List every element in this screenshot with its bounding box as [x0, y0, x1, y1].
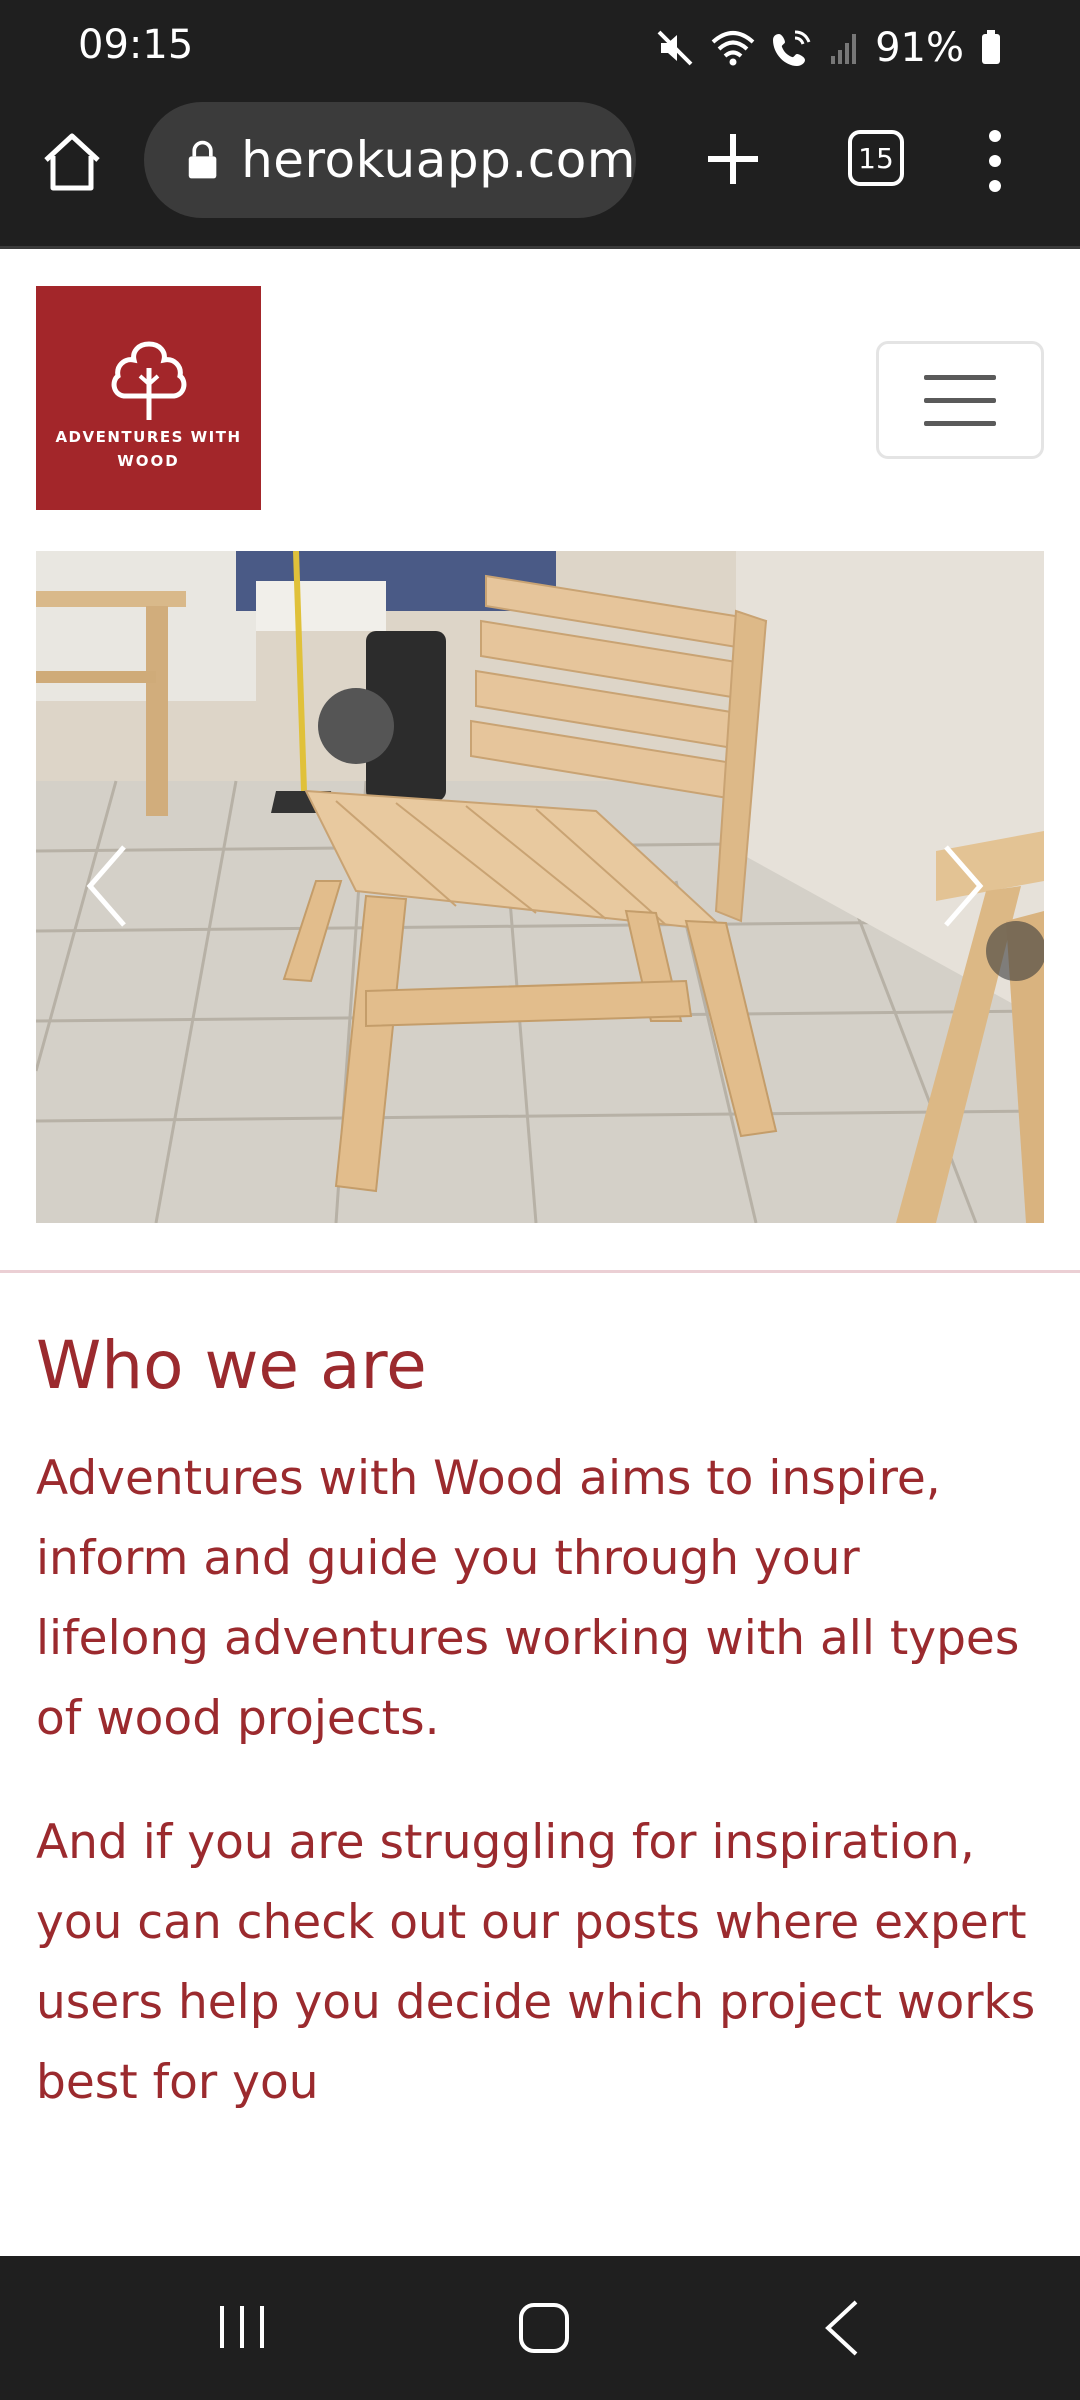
logo-text-line2: WOOD	[117, 452, 180, 470]
battery-icon	[982, 30, 1000, 64]
url-text: herokuapp.com	[241, 131, 636, 189]
status-icons: 91%	[655, 22, 1002, 74]
signal-icon	[831, 34, 857, 64]
section-title: Who we are	[36, 1327, 427, 1404]
tab-count: 15	[858, 141, 894, 175]
mute-icon	[657, 30, 693, 66]
web-page: ADVENTURES WITH WOOD Who we are Adventur…	[0, 246, 1080, 2256]
address-bar[interactable]: herokuapp.com	[144, 102, 636, 218]
logo-text-line1: ADVENTURES WITH	[55, 428, 242, 446]
home-icon[interactable]	[40, 130, 104, 194]
bench-photo	[36, 551, 1044, 1223]
wifi-call-icon	[773, 30, 811, 66]
system-nav-bar	[0, 2256, 1080, 2400]
tree-icon	[111, 341, 187, 420]
hamburger-bar	[924, 397, 996, 403]
browser-toolbar: herokuapp.com 15	[0, 96, 1080, 246]
image-carousel[interactable]	[36, 551, 1044, 1223]
tab-switcher-button[interactable]: 15	[848, 130, 904, 186]
chevron-right-icon[interactable]	[938, 841, 988, 931]
home-nav-icon[interactable]	[516, 2300, 572, 2356]
battery-level: 91%	[875, 25, 964, 71]
status-bar: 09:15 91%	[0, 0, 1080, 96]
chevron-left-icon[interactable]	[82, 841, 132, 931]
status-time: 09:15	[78, 22, 194, 68]
recent-apps-icon[interactable]	[214, 2302, 270, 2352]
back-icon[interactable]	[820, 2298, 864, 2358]
about-paragraph-1: Adventures with Wood aims to inspire, in…	[36, 1451, 1020, 1746]
nav-toggle-button[interactable]	[876, 341, 1044, 459]
wifi-icon	[711, 31, 755, 66]
about-paragraph-2: And if you are struggling for inspiratio…	[36, 1815, 1036, 2110]
plus-icon[interactable]	[702, 128, 764, 190]
hamburger-bar	[924, 374, 996, 380]
section-divider	[0, 1270, 1080, 1273]
lock-icon	[188, 140, 217, 179]
hamburger-bar	[924, 420, 996, 426]
more-vert-icon[interactable]	[980, 126, 1010, 196]
site-logo[interactable]: ADVENTURES WITH WOOD	[36, 286, 261, 510]
